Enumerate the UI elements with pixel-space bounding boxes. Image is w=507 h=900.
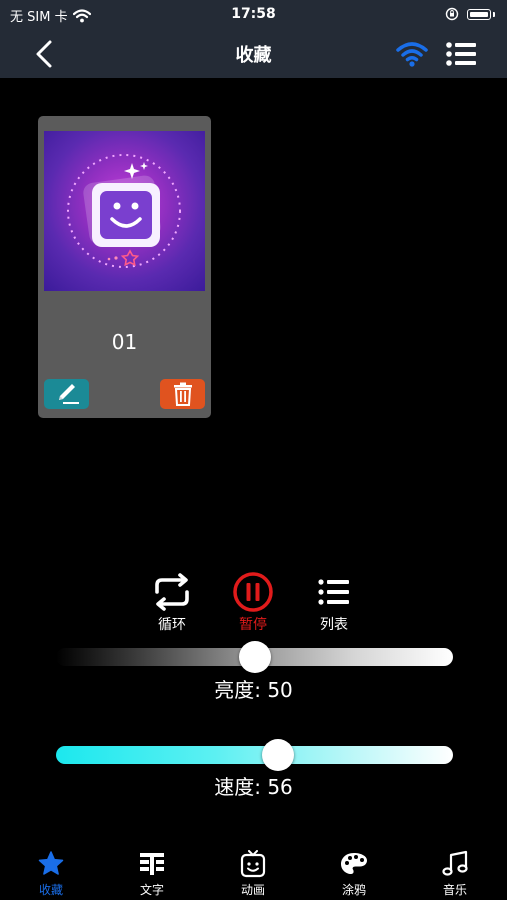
list-menu-button[interactable] <box>444 40 478 68</box>
pause-label: 暂停 <box>239 617 267 633</box>
star-icon <box>38 851 64 875</box>
wifi-connect-button[interactable] <box>395 40 429 68</box>
speed-slider-thumb[interactable] <box>262 739 295 771</box>
speed-slider[interactable] <box>56 739 453 771</box>
pause-icon <box>233 572 273 612</box>
tab-text-label: 文字 <box>139 883 164 897</box>
tab-animation[interactable]: 动画 <box>223 850 283 898</box>
wifi-icon <box>396 42 428 67</box>
delete-button[interactable] <box>160 379 205 409</box>
tab-favorites[interactable]: 收藏 <box>21 850 81 898</box>
loop-icon <box>155 573 189 611</box>
tab-text[interactable]: 文字 <box>122 850 182 898</box>
pause-button[interactable]: 暂停 <box>223 572 283 634</box>
palette-icon <box>341 853 367 874</box>
trash-icon <box>173 382 192 406</box>
brightness-slider[interactable] <box>56 641 453 673</box>
tab-doodle[interactable]: 涂鸦 <box>324 850 384 898</box>
status-time: 17:58 <box>231 6 276 22</box>
tab-bar: 收藏 文字 动画 涂鸦 音乐 <box>0 840 507 900</box>
smiley-frame-icon <box>67 154 181 268</box>
playlist-label: 列表 <box>320 617 348 633</box>
speed-value-label: 速度: 56 <box>214 775 293 799</box>
tab-favorites-label: 收藏 <box>38 883 63 897</box>
animation-icon <box>240 850 266 878</box>
tab-animation-label: 动画 <box>240 883 265 897</box>
brightness-slider-thumb[interactable] <box>238 641 271 673</box>
nav-bar: 收藏 <box>0 30 507 78</box>
tab-doodle-label: 涂鸦 <box>341 883 366 897</box>
pencil-icon <box>58 384 79 404</box>
brightness-value-label: 亮度: 50 <box>214 678 293 702</box>
text-icon <box>140 853 164 875</box>
list-icon <box>446 42 476 66</box>
loop-label: 循环 <box>158 617 186 633</box>
orientation-lock-icon <box>445 7 459 21</box>
tab-music[interactable]: 音乐 <box>425 850 485 898</box>
status-right <box>445 7 495 21</box>
page-title: 收藏 <box>235 45 272 66</box>
favorite-card[interactable]: 01 <box>38 116 211 418</box>
status-bar: 无 SIM 卡 17:58 <box>0 0 507 30</box>
favorite-thumbnail[interactable] <box>44 131 205 291</box>
playlist-button[interactable]: 列表 <box>304 572 364 634</box>
tab-music-label: 音乐 <box>442 883 467 897</box>
list-icon <box>318 579 349 605</box>
battery-tip <box>493 11 495 17</box>
battery-icon <box>467 8 491 20</box>
edit-button[interactable] <box>44 379 89 409</box>
favorite-label: 01 <box>111 330 138 354</box>
loop-button[interactable]: 循环 <box>142 572 202 634</box>
music-icon <box>442 850 468 876</box>
